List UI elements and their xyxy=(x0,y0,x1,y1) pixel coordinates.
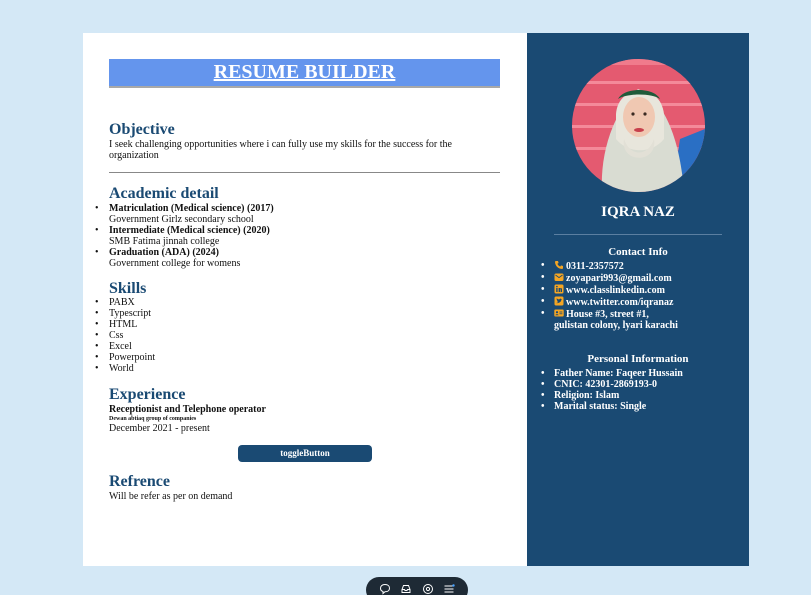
personal-info-item: Religion: Islam xyxy=(541,390,683,401)
academic-degree: Intermediate (Medical science) (2020) xyxy=(109,225,270,236)
academic-item: Intermediate (Medical science) (2020) SM… xyxy=(95,225,274,247)
contact-address-item: House #3, street #1, gulistan colony, ly… xyxy=(541,308,678,331)
address-card-icon xyxy=(554,308,564,318)
person-name: IQRA NAZ xyxy=(601,204,675,220)
personal-info-list: Father Name: Faqeer Hussain CNIC: 42301-… xyxy=(541,368,683,412)
academic-institution: Government Girlz secondary school xyxy=(109,214,254,225)
twitter-icon xyxy=(554,296,564,306)
academic-title: Academic detail xyxy=(109,185,219,202)
skill-item: World xyxy=(95,363,155,374)
skill-item: Css xyxy=(95,330,155,341)
reference-text: Will be refer as per on demand xyxy=(109,491,233,502)
skills-title: Skills xyxy=(109,280,147,297)
contact-email-item: zoyapari993@gmail.com xyxy=(541,272,678,284)
resume-main-column: RESUME BUILDER Objective I seek challeng… xyxy=(83,33,527,566)
at-sign-icon[interactable] xyxy=(422,583,434,595)
academic-list: Matriculation (Medical science) (2017) G… xyxy=(95,203,274,269)
resume-page: RESUME BUILDER Objective I seek challeng… xyxy=(83,33,749,566)
contact-email[interactable]: zoyapari993@gmail.com xyxy=(566,273,672,284)
contact-address-line1: House #3, street #1, xyxy=(566,309,649,320)
skill-item: Excel xyxy=(95,341,155,352)
skill-item: PABX xyxy=(95,297,155,308)
skill-item: Powerpoint xyxy=(95,352,155,363)
contact-twitter-item: www.twitter.com/iqranaz xyxy=(541,296,678,308)
contact-phone: 0311-2357572 xyxy=(566,261,624,272)
phone-icon xyxy=(554,260,564,270)
academic-degree: Matriculation (Medical science) (2017) xyxy=(109,203,274,214)
linkedin-icon xyxy=(554,284,564,294)
resume-builder-banner: RESUME BUILDER xyxy=(109,59,500,86)
objective-title: Objective xyxy=(109,121,175,138)
profile-photo xyxy=(572,59,705,192)
academic-degree: Graduation (ADA) (2024) xyxy=(109,247,219,258)
banner-title: RESUME BUILDER xyxy=(213,61,396,83)
academic-institution: SMB Fatima jinnah college xyxy=(109,236,220,247)
contact-address-line2: gulistan colony, lyari karachi xyxy=(554,320,678,331)
reference-title: Refrence xyxy=(109,473,170,490)
objective-divider xyxy=(109,172,500,173)
skills-list: PABX Typescript HTML Css Excel Powerpoin… xyxy=(95,297,155,374)
contact-info-title: Contact Info xyxy=(608,246,668,258)
academic-institution: Government college for womens xyxy=(109,258,241,269)
academic-item: Graduation (ADA) (2024) Government colle… xyxy=(95,247,274,269)
skill-item: Typescript xyxy=(95,308,155,319)
academic-item: Matriculation (Medical science) (2017) G… xyxy=(95,203,274,225)
contact-twitter[interactable]: www.twitter.com/iqranaz xyxy=(566,297,673,308)
resume-sidebar: IQRA NAZ Contact Info 0311-2357572 zoyap… xyxy=(527,33,749,566)
personal-info-item: Father Name: Faqeer Hussain xyxy=(541,368,683,379)
personal-info-title: Personal Information xyxy=(587,353,689,365)
floating-toolbar xyxy=(366,577,468,595)
experience-company: Dewan abtiaq group of companies xyxy=(109,416,197,422)
experience-title: Experience xyxy=(109,386,186,403)
objective-text: I seek challenging opportunities where i… xyxy=(109,139,452,161)
contact-list: 0311-2357572 zoyapari993@gmail.com www.c… xyxy=(541,260,678,331)
contact-phone-item: 0311-2357572 xyxy=(541,260,678,272)
contact-linkedin[interactable]: www.classlinkedin.com xyxy=(566,285,665,296)
toggle-button[interactable]: toggleButton xyxy=(238,445,372,462)
personal-info-item: Marital status: Single xyxy=(541,401,683,412)
contact-linkedin-item: www.classlinkedin.com xyxy=(541,284,678,296)
email-icon xyxy=(554,272,564,282)
chat-icon[interactable] xyxy=(379,583,391,595)
inbox-icon[interactable] xyxy=(400,583,412,595)
banner-divider xyxy=(109,86,500,88)
experience-role: Receptionist and Telephone operator xyxy=(109,404,266,415)
sidebar-divider xyxy=(554,234,722,235)
personal-info-item: CNIC: 42301-2869193-0 xyxy=(541,379,683,390)
skill-item: HTML xyxy=(95,319,155,330)
experience-period: December 2021 - present xyxy=(109,423,210,434)
menu-list-icon[interactable] xyxy=(443,583,455,595)
